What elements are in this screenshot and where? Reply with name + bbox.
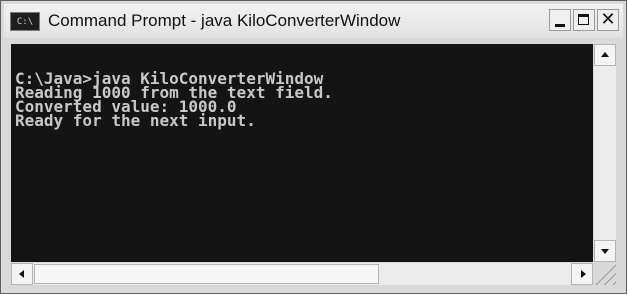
title-bar[interactable]: C:\ Command Prompt - java KiloConverterW… bbox=[4, 4, 623, 38]
scroll-left-button[interactable] bbox=[11, 263, 33, 285]
maximize-icon bbox=[578, 14, 589, 25]
close-icon: ✕ bbox=[600, 9, 616, 30]
scroll-up-button[interactable] bbox=[594, 44, 616, 66]
minimize-button[interactable] bbox=[549, 9, 571, 31]
horizontal-scrollbar[interactable] bbox=[11, 263, 593, 285]
console-line: Ready for the next input. bbox=[15, 111, 256, 130]
minimize-icon bbox=[555, 24, 565, 27]
arrow-right-icon bbox=[581, 270, 586, 278]
vertical-scrollbar[interactable] bbox=[594, 44, 616, 262]
resize-grip-icon[interactable] bbox=[595, 264, 616, 285]
command-prompt-window: C:\ Command Prompt - java KiloConverterW… bbox=[0, 0, 627, 294]
arrow-left-icon bbox=[19, 270, 24, 278]
scroll-right-button[interactable] bbox=[571, 263, 593, 285]
horizontal-scroll-thumb[interactable] bbox=[34, 264, 379, 284]
command-prompt-icon[interactable]: C:\ bbox=[10, 12, 40, 31]
close-button[interactable]: ✕ bbox=[597, 9, 619, 31]
console-output[interactable]: C:\Java>java KiloConverterWindow Reading… bbox=[11, 44, 593, 262]
window-title: Command Prompt - java KiloConverterWindo… bbox=[48, 11, 401, 30]
arrow-up-icon bbox=[601, 52, 609, 57]
console-lines: C:\Java>java KiloConverterWindow Reading… bbox=[11, 71, 333, 130]
maximize-button[interactable] bbox=[573, 9, 595, 31]
arrow-down-icon bbox=[601, 249, 609, 254]
scroll-down-button[interactable] bbox=[594, 240, 616, 262]
